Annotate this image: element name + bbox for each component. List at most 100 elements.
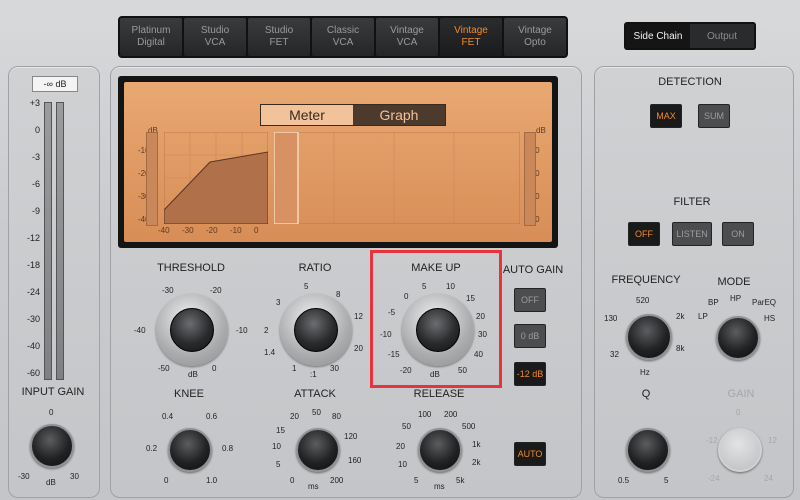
meter-graph-toggle: Meter Graph [260,104,446,126]
mode-tick: BP [708,298,719,307]
release-tick: 500 [462,422,476,431]
filter-label: FILTER [673,196,711,208]
meter-scale-tick: -9 [31,206,40,216]
release-knob[interactable] [418,428,462,472]
side-chain-button[interactable]: Side Chain [626,24,690,48]
threshold-tick: dB [188,370,198,379]
q-tick: 5 [664,476,669,485]
mode-tick: LP [698,312,708,321]
mode-tick: HS [764,314,776,323]
filter-on-button[interactable]: ON [722,222,754,246]
graph-tab[interactable]: Graph [353,105,445,125]
frequency-tick: 2k [676,312,685,321]
filter-off-button[interactable]: OFF [628,222,660,246]
input-gain-knob[interactable] [30,424,74,468]
input-gain-label: INPUT GAIN [21,386,85,398]
model-button[interactable]: Studio FET [248,18,310,56]
frequency-tick: 8k [676,344,685,353]
model-button[interactable]: Studio VCA [184,18,246,56]
attack-tick: 200 [330,476,344,485]
attack-tick: 160 [348,456,362,465]
input-gain-tick: 0 [49,408,54,417]
knee-knob[interactable] [168,428,212,472]
view-switch: Side Chain Output [624,22,756,50]
knee-tick: 0.6 [206,412,218,421]
display-x-tick: 0 [254,226,259,235]
release-tick: 10 [398,460,407,469]
model-button[interactable]: Vintage FET [440,18,502,56]
threshold-tick: -30 [162,286,174,295]
attack-tick: 50 [312,408,321,417]
filter-listen-button[interactable]: LISTEN [672,222,712,246]
gain-tick: 24 [764,474,773,483]
ratio-tick: 2 [264,326,269,335]
release-tick: 5 [414,476,419,485]
q-label: Q [641,388,651,400]
attack-tick: 15 [276,426,285,435]
threshold-tick: 0 [212,364,217,373]
display-screen: Meter Graph dB dB -10-10-20-20-30-30-40-… [124,82,552,242]
display-x-tick: -20 [206,226,218,235]
input-gain-tick: dB [46,478,56,487]
knee-tick: 0 [164,476,169,485]
release-tick: 2k [472,458,481,467]
detection-sum-button[interactable]: SUM [698,104,730,128]
ratio-tick: 1.4 [264,348,276,357]
ratio-tick: :1 [310,370,317,379]
attack-tick: 120 [344,432,358,441]
auto-gain-off-button[interactable]: OFF [514,288,546,312]
meter-scale-tick: +3 [29,98,40,108]
frequency-tick: 130 [604,314,618,323]
auto-gain-label: AUTO GAIN [502,264,564,276]
ratio-tick: 1 [292,364,297,373]
model-button[interactable]: Platinum Digital [120,18,182,56]
mode-knob[interactable] [716,316,760,360]
frequency-tick: Hz [640,368,650,377]
meter-scale-tick: 0 [34,125,40,135]
knee-tick: 0.2 [146,444,158,453]
display-x-tick: -40 [158,226,170,235]
model-button[interactable]: Vintage Opto [504,18,566,56]
gain-tick: -24 [708,474,720,483]
auto-gain-0db-button[interactable]: 0 dB [514,324,546,348]
ratio-tick: 3 [276,298,281,307]
model-button[interactable]: Vintage VCA [376,18,438,56]
release-tick: 50 [402,422,411,431]
output-button[interactable]: Output [690,24,754,48]
frequency-label: FREQUENCY [611,274,681,286]
mode-tick: ParEQ [752,298,777,307]
ratio-label: RATIO [298,262,332,274]
ratio-knob[interactable] [280,294,352,366]
ratio-tick: 8 [336,290,341,299]
graph-display: Meter Graph dB dB -10-10-20-20-30-30-40-… [118,76,558,248]
knee-label: KNEE [174,388,204,400]
auto-gain-minus12db-button[interactable]: -12 dB [514,362,546,386]
q-tick: 0.5 [618,476,630,485]
threshold-tick: -10 [236,326,248,335]
attack-knob[interactable] [296,428,340,472]
release-tick: 100 [418,410,432,419]
attack-tick: 20 [290,412,299,421]
meter-tab[interactable]: Meter [261,105,353,125]
meter-scale-tick: -3 [31,152,40,162]
detection-max-button[interactable]: MAX [650,104,682,128]
gain-knob[interactable] [718,428,762,472]
gain-tick: 12 [768,436,777,445]
gain-tick: -12 [706,436,718,445]
threshold-tick: -40 [134,326,146,335]
threshold-knob[interactable] [156,294,228,366]
meter-scale-tick: -18 [26,260,40,270]
q-knob[interactable] [626,428,670,472]
model-button[interactable]: Classic VCA [312,18,374,56]
display-x-tick: -10 [230,226,242,235]
release-tick: 5k [456,476,465,485]
make-up-highlight [370,250,502,388]
ratio-tick: 30 [330,364,339,373]
gain-label: GAIN [727,388,755,400]
gain-reduction-history [274,132,520,224]
knee-tick: 0.4 [162,412,174,421]
threshold-label: THRESHOLD [157,262,225,274]
frequency-knob[interactable] [626,314,672,360]
mode-tick: HP [730,294,742,303]
auto-release-button[interactable]: AUTO [514,442,546,466]
